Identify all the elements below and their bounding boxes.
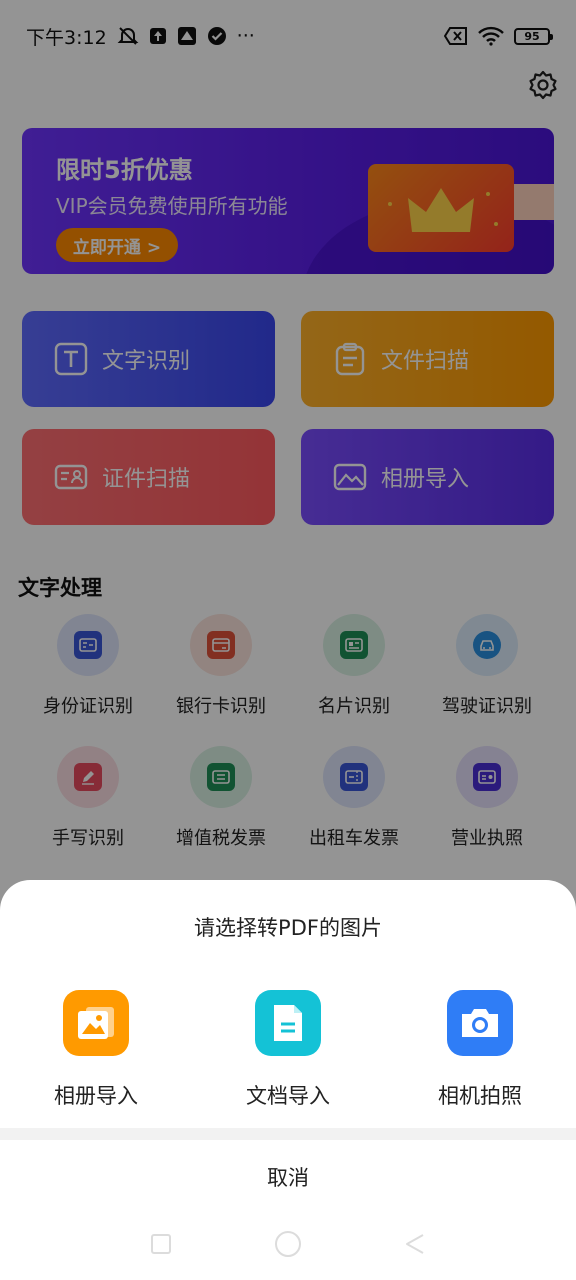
system-nav-bar: [0, 1222, 576, 1270]
recent-apps-button[interactable]: [149, 1232, 173, 1260]
cancel-button[interactable]: 取消: [0, 1142, 576, 1212]
camera-icon: [447, 990, 513, 1056]
back-button[interactable]: [403, 1232, 427, 1260]
option-camera[interactable]: 相机拍照: [384, 990, 576, 1110]
sheet-divider: [0, 1128, 576, 1140]
gallery-icon: [63, 990, 129, 1056]
option-label: 相机拍照: [438, 1084, 522, 1108]
option-album-import[interactable]: 相册导入: [0, 990, 192, 1110]
option-label: 相册导入: [54, 1084, 138, 1108]
home-button[interactable]: [273, 1229, 303, 1263]
pdf-source-sheet: 请选择转PDF的图片 相册导入 文档导入 相机拍照 取消: [0, 880, 576, 1280]
document-icon: [255, 990, 321, 1056]
option-document-import[interactable]: 文档导入: [192, 990, 384, 1110]
sheet-title: 请选择转PDF的图片: [194, 916, 382, 940]
option-label: 文档导入: [246, 1084, 330, 1108]
